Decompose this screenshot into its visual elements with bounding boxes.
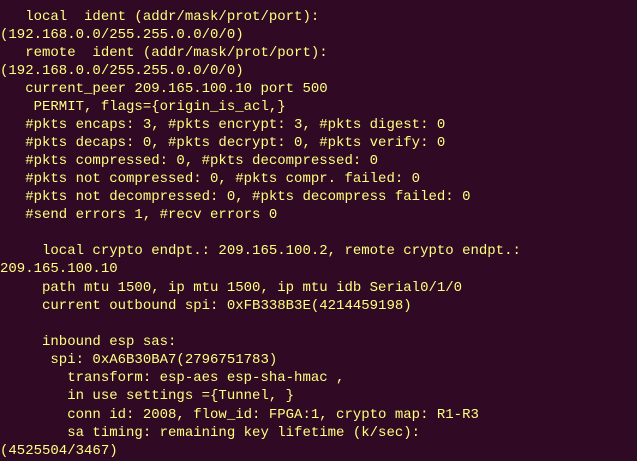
terminal-line: (192.168.0.0/255.255.0.0/0/0) <box>0 27 244 43</box>
terminal-line: inbound esp sas: <box>0 334 177 350</box>
terminal-line: #pkts not compressed: 0, #pkts compr. fa… <box>0 171 421 187</box>
terminal-line: sa timing: remaining key lifetime (k/sec… <box>0 425 421 441</box>
terminal-output: local ident (addr/mask/prot/port): (192.… <box>0 0 637 461</box>
terminal-line: #pkts decaps: 0, #pkts decrypt: 0, #pkts… <box>0 135 446 151</box>
terminal-line: in use settings ={Tunnel, } <box>0 388 295 404</box>
terminal-line: PERMIT, flags={origin_is_acl,} <box>0 99 286 115</box>
terminal-line: remote ident (addr/mask/prot/port): <box>0 45 328 61</box>
terminal-line: current_peer 209.165.100.10 port 500 <box>0 81 328 97</box>
terminal-line: #pkts encaps: 3, #pkts encrypt: 3, #pkts… <box>0 117 446 133</box>
terminal-line: current outbound spi: 0xFB338B3E(4214459… <box>0 298 412 314</box>
terminal-line: spi: 0xA6B30BA7(2796751783) <box>0 352 278 368</box>
terminal-line: #send errors 1, #recv errors 0 <box>0 207 278 223</box>
terminal-line: #pkts compressed: 0, #pkts decompressed:… <box>0 153 379 169</box>
terminal-line: (192.168.0.0/255.255.0.0/0/0) <box>0 63 244 79</box>
terminal-line: local crypto endpt.: 209.165.100.2, remo… <box>0 243 521 259</box>
terminal-line: #pkts not decompressed: 0, #pkts decompr… <box>0 189 471 205</box>
terminal-line: path mtu 1500, ip mtu 1500, ip mtu idb S… <box>0 280 463 296</box>
terminal-line: local ident (addr/mask/prot/port): <box>0 9 320 25</box>
terminal-line: conn id: 2008, flow_id: FPGA:1, crypto m… <box>0 407 479 423</box>
terminal-line: 209.165.100.10 <box>0 261 118 277</box>
terminal-line: (4525504/3467) <box>0 443 118 459</box>
terminal-line: transform: esp-aes esp-sha-hmac , <box>0 370 345 386</box>
